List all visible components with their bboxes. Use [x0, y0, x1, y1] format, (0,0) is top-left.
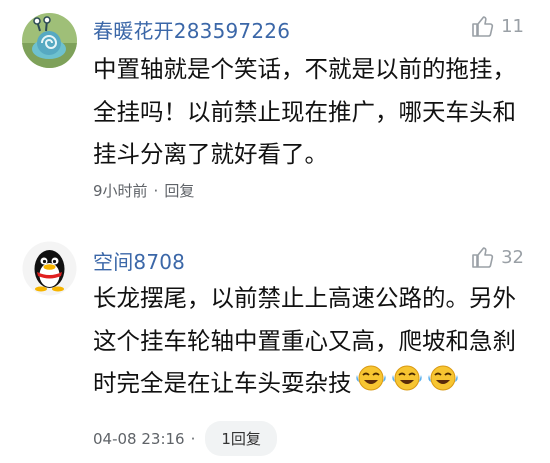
- snail-avatar-icon: [22, 13, 77, 68]
- meta-separator: ·: [190, 429, 196, 448]
- like-count: 11: [501, 15, 524, 37]
- comment-item: 春暖花开283597226 11 中置轴就是个笑话，不就是以前的拖挂，全挂吗！以…: [0, 0, 550, 220]
- comment-item: 空间8708 32 长龙摆尾，以前禁止上高速公路的。另外这个挂车轮轴中置重心又高…: [0, 228, 550, 463]
- laughing-crying-emoji-icon: [390, 363, 424, 407]
- avatar[interactable]: [22, 13, 77, 68]
- like-button[interactable]: 32: [471, 245, 524, 269]
- comment-time: 04-08 23:16: [93, 429, 185, 448]
- laughing-crying-emoji-icon: [426, 363, 460, 407]
- comment-text: 长龙摆尾，以前禁止上高速公路的。另外这个挂车轮轴中置重心又高，爬坡和急刹时完全是…: [93, 277, 533, 406]
- comment-time: 9小时前: [93, 182, 148, 200]
- avatar[interactable]: [22, 241, 77, 296]
- like-count: 32: [501, 246, 524, 268]
- comment-meta: 04-08 23:16 · 1回复: [93, 421, 277, 456]
- thumbs-up-icon: [472, 16, 494, 37]
- meta-separator: ·: [153, 181, 159, 200]
- comment-author[interactable]: 春暖花开283597226: [93, 15, 290, 44]
- like-button[interactable]: 11: [471, 14, 524, 38]
- comment-meta: 9小时前 · 回复: [93, 180, 194, 201]
- comment-author[interactable]: 空间8708: [93, 246, 185, 275]
- thumbs-up-icon: [472, 247, 494, 268]
- penguin-avatar-icon: [22, 241, 77, 296]
- reply-button[interactable]: 回复: [164, 180, 194, 201]
- laughing-crying-emoji-icon: [354, 363, 388, 407]
- reply-count-button[interactable]: 1回复: [205, 421, 277, 456]
- comment-text: 中置轴就是个笑话，不就是以前的拖挂，全挂吗！以前禁止现在推广，哪天车头和挂斗分离…: [93, 55, 516, 168]
